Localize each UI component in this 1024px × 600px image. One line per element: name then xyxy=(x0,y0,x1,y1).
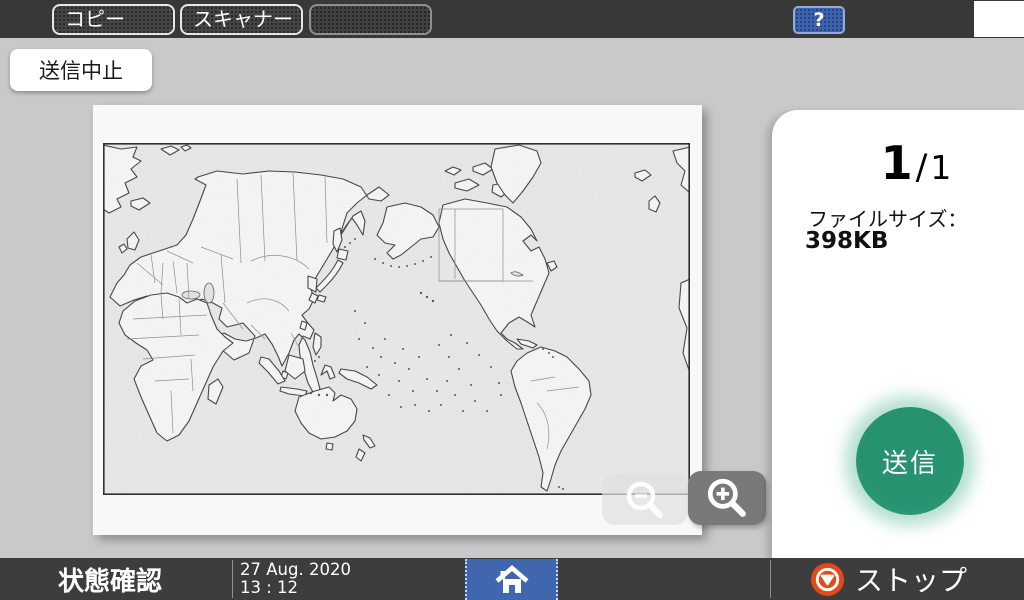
theme-toggle-button[interactable] xyxy=(974,1,1024,37)
stop-sign-icon xyxy=(810,562,845,597)
zoom-in-button[interactable] xyxy=(688,471,766,525)
page-current: 1 xyxy=(881,140,913,186)
status-check-button[interactable]: 状態確認 xyxy=(58,558,162,600)
scanner-send-screen: コピー スキャナー ? 送信中止 xyxy=(0,0,1024,600)
crescent-moon-icon xyxy=(982,2,1016,36)
page-counter: 1 / 1 xyxy=(790,140,1024,186)
magnifier-minus-icon xyxy=(623,478,667,522)
bar-divider xyxy=(232,560,233,598)
magnifier-plus-icon xyxy=(704,475,750,521)
page-separator: / xyxy=(913,151,931,186)
help-button[interactable]: ? xyxy=(793,6,845,34)
bottom-bar: 状態確認 27 Aug. 2020 13 : 12 ストップ xyxy=(0,558,1024,600)
zoom-out-button[interactable] xyxy=(602,474,688,525)
page-total: 1 xyxy=(930,151,951,184)
tab-scanner[interactable]: スキャナー xyxy=(180,4,303,35)
question-mark-icon: ? xyxy=(813,9,824,31)
scan-preview-page xyxy=(93,105,702,535)
file-size-value: 398KB xyxy=(805,228,888,254)
date-text: 27 Aug. 2020 xyxy=(240,561,351,579)
cancel-send-button[interactable]: 送信中止 xyxy=(10,49,152,91)
tab-copy[interactable]: コピー xyxy=(52,4,175,35)
top-bar: コピー スキャナー ? xyxy=(0,0,1024,38)
time-text: 13 : 12 xyxy=(240,579,351,597)
world-map-preview xyxy=(103,143,690,495)
bar-divider xyxy=(770,560,771,598)
send-button[interactable]: 送信 xyxy=(856,407,964,515)
tab-empty[interactable] xyxy=(309,4,432,35)
house-icon xyxy=(494,564,530,596)
stop-button-label: ストップ xyxy=(855,559,967,599)
stop-button[interactable]: ストップ xyxy=(810,558,967,600)
datetime-display: 27 Aug. 2020 13 : 12 xyxy=(240,561,351,597)
send-status-panel: 1 / 1 ファイルサイズ： 398KB 送信 xyxy=(772,110,1024,558)
home-button[interactable] xyxy=(465,559,558,600)
